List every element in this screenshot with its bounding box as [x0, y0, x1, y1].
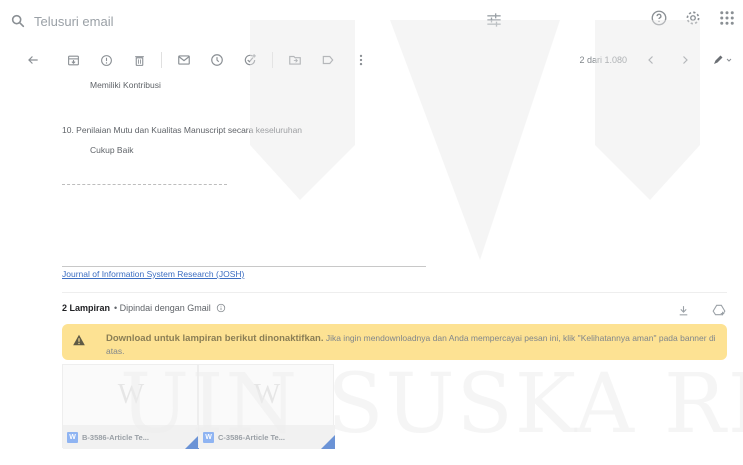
- info-icon[interactable]: [215, 302, 227, 314]
- move-to-icon[interactable]: [284, 49, 306, 71]
- attachments-header: 2 Lampiran • Dipindai dengan Gmail: [62, 302, 227, 314]
- signature-rule: [62, 266, 426, 267]
- top-right-actions: [649, 8, 743, 28]
- settings-icon[interactable]: [683, 8, 703, 28]
- add-to-drive-icon[interactable]: [709, 300, 729, 320]
- attachment-footer: W B-3586-Article Te...: [63, 425, 199, 449]
- attachment-filename: C-3586-Article Te...: [218, 432, 285, 442]
- corner-fold-icon: [185, 435, 199, 449]
- attachments-divider: [62, 292, 727, 293]
- attachment-card[interactable]: W W C-3586-Article Te...: [198, 364, 335, 449]
- search-box[interactable]: [0, 4, 560, 38]
- signature-link[interactable]: Journal of Information System Research (…: [62, 269, 244, 279]
- pagination: 2 dari 1.080: [579, 50, 735, 70]
- top-bar: [0, 0, 743, 42]
- pen-icon[interactable]: [709, 50, 735, 70]
- search-icon[interactable]: [6, 9, 30, 33]
- attachment-filename: B-3586-Article Te...: [82, 432, 149, 442]
- apps-icon[interactable]: [717, 8, 737, 28]
- toolbar-divider: [272, 52, 273, 68]
- more-icon[interactable]: [350, 49, 372, 71]
- snooze-icon[interactable]: [206, 49, 228, 71]
- back-icon[interactable]: [22, 49, 44, 71]
- toolbar-divider: [161, 52, 162, 68]
- search-input[interactable]: [34, 13, 434, 29]
- attachments-actions: [673, 300, 729, 320]
- body-item-10-answer: Cukup Baik: [90, 145, 134, 155]
- attachment-footer: W C-3586-Article Te...: [199, 425, 335, 449]
- warning-message: Download untuk lampiran berikut dinonakt…: [106, 332, 717, 357]
- body-item-10: 10. Penilaian Mutu dan Kualitas Manuscri…: [62, 125, 303, 135]
- word-doc-icon: W: [203, 431, 214, 443]
- warning-icon: [72, 333, 88, 349]
- attachment-preview: W: [253, 379, 281, 410]
- body-line-contribution: Memiliki Kontribusi: [90, 80, 161, 90]
- report-spam-icon[interactable]: [95, 49, 117, 71]
- message-toolbar: 2 dari 1.080: [0, 42, 743, 78]
- word-doc-icon: W: [67, 431, 78, 443]
- page-counter: 2 dari 1.080: [579, 55, 627, 65]
- scanned-label: • Dipindai dengan Gmail: [114, 303, 211, 313]
- mark-unread-icon[interactable]: [173, 49, 195, 71]
- help-icon[interactable]: [649, 8, 669, 28]
- corner-fold-icon: [321, 435, 335, 449]
- attachment-card[interactable]: W W B-3586-Article Te...: [62, 364, 199, 449]
- dashed-separator: [62, 184, 227, 185]
- download-disabled-banner: Download untuk lampiran berikut dinonakt…: [62, 324, 727, 360]
- add-task-icon[interactable]: [239, 49, 261, 71]
- next-icon[interactable]: [675, 50, 695, 70]
- warning-bold: Download untuk lampiran berikut dinonakt…: [106, 333, 324, 344]
- archive-icon[interactable]: [62, 49, 84, 71]
- attachment-count: 2 Lampiran: [62, 303, 111, 313]
- delete-icon[interactable]: [128, 49, 150, 71]
- attachment-preview: W: [117, 379, 145, 410]
- download-icon[interactable]: [673, 300, 693, 320]
- label-icon[interactable]: [317, 49, 339, 71]
- tune-icon[interactable]: [484, 10, 504, 30]
- prev-icon[interactable]: [641, 50, 661, 70]
